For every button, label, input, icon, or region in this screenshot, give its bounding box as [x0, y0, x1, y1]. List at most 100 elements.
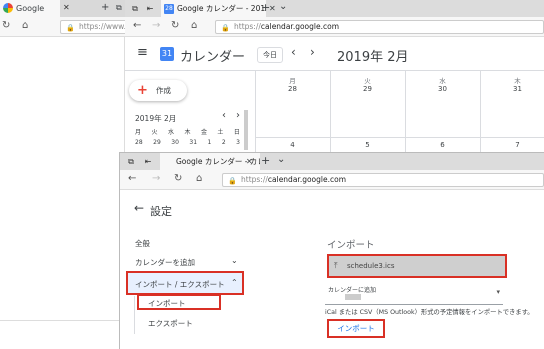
calendar-select[interactable]: カレンダーに追加 ▾ — [325, 283, 503, 305]
tab-preview-icon[interactable]: ⧉ — [123, 153, 139, 170]
new-tab-button[interactable]: + — [261, 1, 270, 14]
url-domain: calendar.google.com — [267, 175, 346, 184]
divider — [0, 320, 125, 321]
tab-title: Google カレンダー - 2019 — [177, 4, 266, 13]
tab-close-icon[interactable]: ✕ — [63, 3, 70, 12]
day-number[interactable]: 28 — [255, 85, 330, 93]
weekday-header: 木 — [514, 77, 521, 85]
mini-weekday-row: 月 火 水 木 金 土 日 — [135, 127, 240, 136]
reload-icon[interactable]: ↻ — [2, 20, 10, 31]
tab-google[interactable]: Google — [0, 0, 60, 17]
url-prefix: https:// — [234, 22, 261, 31]
tab-calendar[interactable]: 28 Google カレンダー - 2019 — [161, 0, 266, 17]
calendar-select-value — [345, 294, 361, 300]
address-bar[interactable]: 🔒 https://calendar.google.com — [222, 173, 544, 187]
header-divider — [125, 70, 544, 71]
home-icon[interactable]: ⌂ — [196, 173, 202, 184]
mini-day[interactable]: 28 — [135, 139, 143, 146]
calendar-header: ≡ 31 カレンダー 今日 ‹ › 2019年 2月 — [125, 38, 544, 70]
new-tab-button[interactable]: + — [101, 2, 109, 13]
mini-day[interactable]: 2 — [222, 139, 226, 146]
import-button[interactable]: インポート — [327, 319, 385, 338]
weekday-header: 水 — [439, 77, 446, 85]
tab-close-icon[interactable]: ✕ — [246, 157, 253, 166]
url-text: https://www.g — [79, 22, 130, 31]
mini-day[interactable]: 30 — [171, 139, 179, 146]
menu-import-export-label: インポート / エクスポート — [135, 280, 225, 289]
set-tabs-aside-icon[interactable]: ⇤ — [140, 153, 156, 170]
mini-week-row: 28 29 30 31 1 2 3 — [135, 139, 240, 146]
mini-prev-button[interactable]: ‹ — [222, 110, 226, 121]
plus-icon: + — [137, 83, 148, 98]
reload-icon[interactable]: ↻ — [174, 173, 182, 184]
tab-list-icon[interactable]: ⌄ — [277, 154, 285, 165]
tab-actions-icon[interactable]: ⧉ — [116, 3, 122, 13]
calendar-select-label: カレンダーに追加 — [328, 287, 377, 294]
day-number[interactable]: 5 — [330, 141, 405, 149]
day-number[interactable]: 6 — [405, 141, 480, 149]
upload-icon: ⤒ — [334, 261, 338, 270]
import-section-title: インポート — [327, 240, 375, 251]
nav-bar: ↻ ⌂ 🔒 https://www.g — [0, 17, 130, 37]
mini-weekday: 金 — [200, 129, 207, 136]
mini-weekday: 月 — [135, 129, 142, 136]
prev-period-button[interactable]: ‹ — [291, 45, 296, 59]
tab-title: Google — [16, 4, 45, 13]
mini-weekday: 土 — [217, 129, 224, 136]
weekday-header: 火 — [364, 77, 371, 85]
mini-day[interactable]: 3 — [236, 139, 240, 146]
reload-icon[interactable]: ↻ — [171, 20, 179, 31]
forward-icon[interactable]: → — [152, 173, 160, 184]
lock-icon: 🔒 — [221, 24, 230, 32]
file-select-box[interactable]: ⤒ schedule3.ics — [327, 254, 507, 278]
google-favicon-icon — [3, 3, 13, 13]
tab-preview-icon[interactable]: ⧉ — [127, 0, 143, 17]
day-number[interactable]: 4 — [255, 141, 330, 149]
mini-day[interactable]: 31 — [189, 139, 197, 146]
day-number[interactable]: 31 — [480, 85, 544, 93]
app-title: カレンダー — [180, 50, 246, 65]
chevron-up-icon: ⌃ — [231, 278, 238, 287]
new-tab-button[interactable]: + — [261, 154, 270, 167]
menu-general[interactable]: 全般 — [135, 238, 150, 249]
back-icon[interactable]: ← — [128, 173, 136, 184]
settings-title: 設定 — [150, 205, 172, 218]
tab-list-icon[interactable]: ⌄ — [279, 1, 287, 12]
today-button[interactable]: 今日 — [257, 47, 283, 63]
create-label: 作成 — [156, 86, 171, 95]
scrollbar[interactable] — [244, 110, 248, 150]
address-bar[interactable]: 🔒 https://calendar.google.com — [215, 20, 544, 34]
forward-icon[interactable]: → — [152, 20, 160, 31]
main-menu-icon[interactable]: ≡ — [137, 45, 148, 60]
mini-day[interactable]: 1 — [208, 139, 212, 146]
home-icon[interactable]: ⌂ — [22, 20, 28, 31]
menu-add-calendar[interactable]: カレンダーを追加 — [135, 257, 195, 268]
create-button[interactable]: + 作成 — [129, 80, 187, 101]
mini-next-button[interactable]: › — [236, 110, 240, 121]
mini-day[interactable]: 29 — [153, 139, 161, 146]
day-number[interactable]: 29 — [330, 85, 405, 93]
url-prefix: https:// — [241, 175, 268, 184]
menu-export[interactable]: エクスポート — [148, 318, 193, 329]
menu-import-export[interactable]: インポート / エクスポート ⌃ — [126, 271, 244, 295]
day-number[interactable]: 7 — [480, 141, 544, 149]
calendar-favicon-icon: 28 — [164, 4, 174, 14]
weekday-header: 月 — [289, 77, 296, 85]
back-icon[interactable]: ← — [133, 20, 141, 31]
tab-settings[interactable]: Google カレンダー - カレン — [160, 153, 260, 170]
menu-import-label: インポート — [148, 299, 186, 308]
set-tabs-aside-icon[interactable]: ⇤ — [142, 0, 158, 17]
back-arrow-icon[interactable]: ← — [134, 201, 144, 215]
submenu-line — [134, 296, 135, 334]
mini-weekday: 水 — [167, 129, 174, 136]
mini-weekday: 木 — [184, 129, 191, 136]
home-icon[interactable]: ⌂ — [191, 20, 197, 31]
nav-bar: ← → ↻ ⌂ 🔒 https://calendar.google.com — [120, 170, 544, 190]
browser-window-settings: ⧉ ⇤ Google カレンダー - カレン ✕ + ⌄ ← → ↻ ⌂ 🔒 h… — [120, 153, 544, 349]
menu-import[interactable]: インポート — [137, 294, 221, 310]
next-period-button[interactable]: › — [310, 45, 315, 59]
grid-line — [255, 137, 544, 138]
lock-icon: 🔒 — [66, 24, 75, 32]
day-number[interactable]: 30 — [405, 85, 480, 93]
address-bar[interactable]: 🔒 https://www.g — [60, 20, 130, 34]
